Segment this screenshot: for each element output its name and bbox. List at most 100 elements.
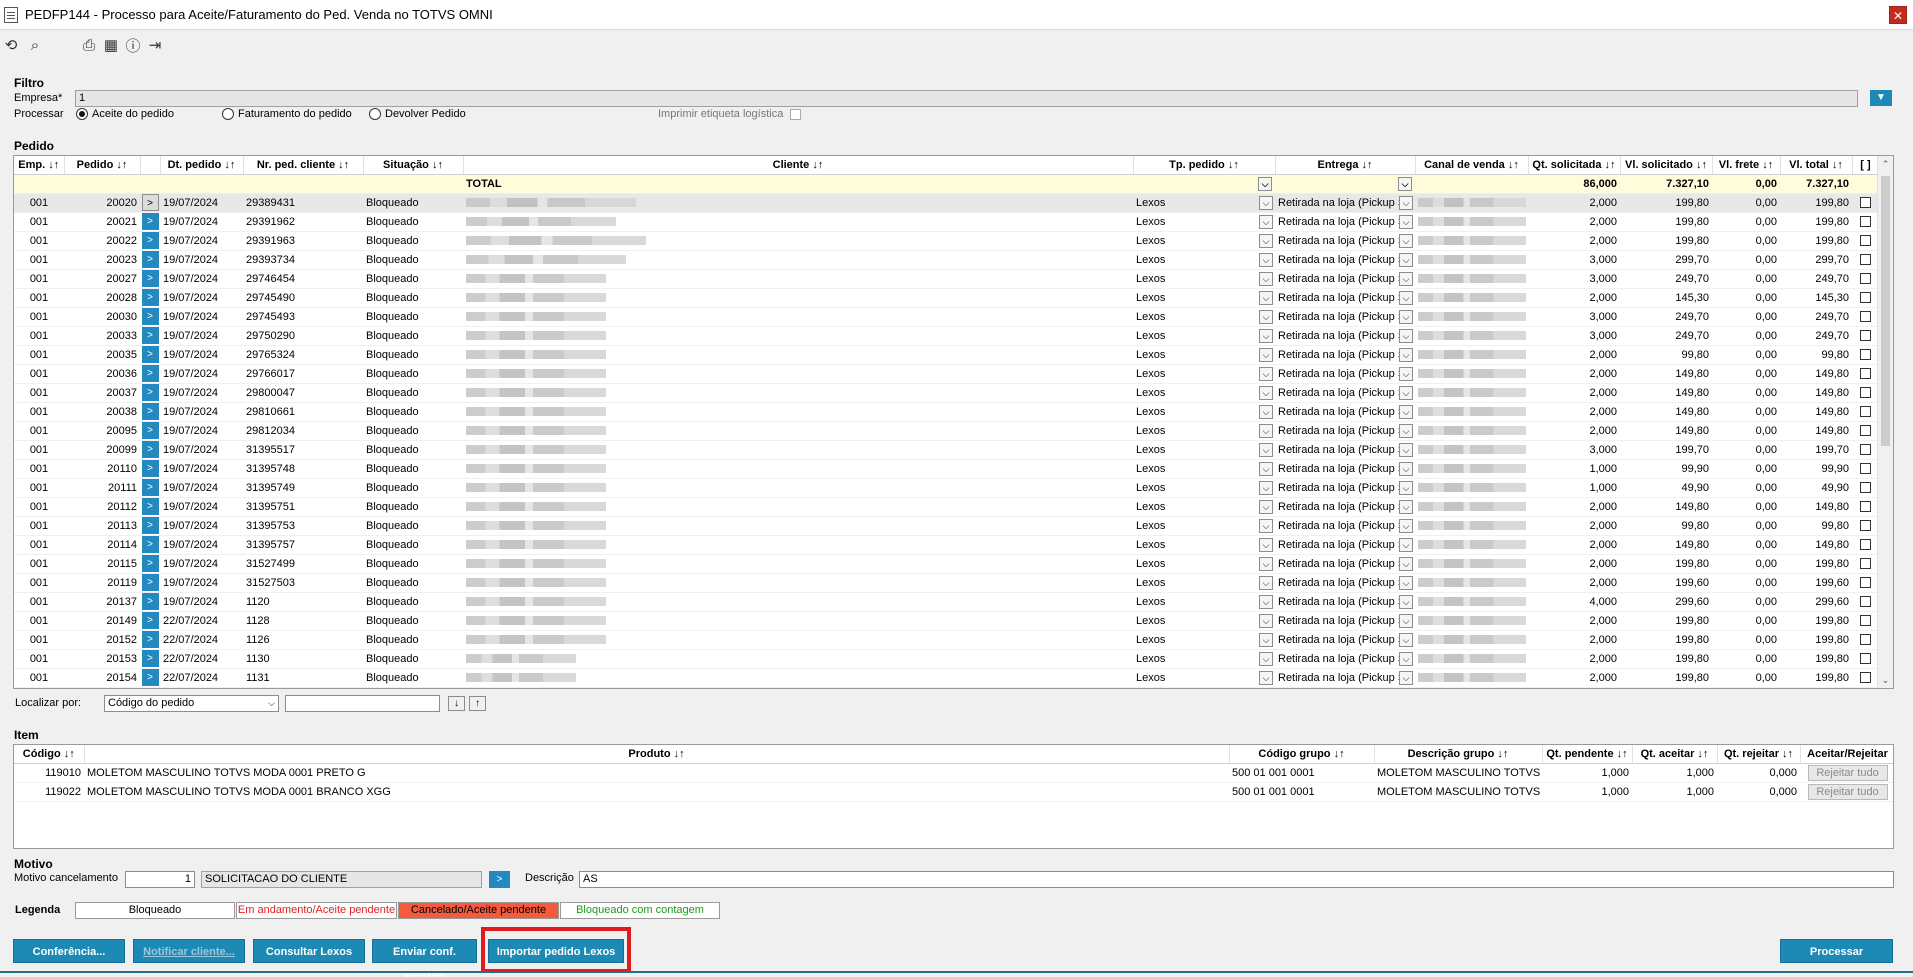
row-expand-button[interactable]: >: [141, 232, 159, 249]
pedido-row[interactable]: 001 20028 > 19/07/2024 29745490 Bloquead…: [14, 288, 1879, 308]
row-expand-button[interactable]: >: [141, 460, 159, 477]
tp-dropdown[interactable]: ⌵: [1259, 651, 1273, 666]
col-produto[interactable]: Produto ↓↑: [84, 745, 1230, 764]
pedido-row[interactable]: 001 20022 > 19/07/2024 29391963 Bloquead…: [14, 231, 1879, 251]
tp-dropdown[interactable]: ⌵: [1259, 556, 1273, 571]
tp-dropdown[interactable]: ⌵: [1259, 214, 1273, 229]
row-expand-button[interactable]: >: [141, 536, 159, 553]
row-checkbox[interactable]: [1860, 387, 1871, 399]
motivo-code-field[interactable]: 1: [125, 871, 195, 888]
scroll-up-icon[interactable]: ⌃: [1878, 156, 1893, 172]
tp-dropdown[interactable]: ⌵: [1259, 271, 1273, 286]
cell-qt-rejeitar[interactable]: 0,000: [1717, 763, 1800, 783]
row-checkbox[interactable]: [1860, 292, 1871, 304]
tp-dropdown[interactable]: ⌵: [1259, 233, 1273, 248]
radio-devolver[interactable]: Devolver Pedido: [369, 108, 466, 120]
row-checkbox[interactable]: [1860, 653, 1871, 665]
tp-dropdown[interactable]: ⌵: [1259, 461, 1273, 476]
row-expand-button[interactable]: >: [141, 517, 159, 534]
entrega-dropdown[interactable]: ⌵: [1399, 328, 1413, 343]
entrega-filter-dropdown[interactable]: ⌵: [1398, 176, 1412, 191]
row-expand-button[interactable]: >: [141, 270, 159, 287]
tp-dropdown[interactable]: ⌵: [1259, 480, 1273, 495]
entrega-dropdown[interactable]: ⌵: [1399, 518, 1413, 533]
tp-dropdown[interactable]: ⌵: [1259, 632, 1273, 647]
tp-dropdown[interactable]: ⌵: [1259, 347, 1273, 362]
row-checkbox[interactable]: [1860, 311, 1871, 323]
entrega-dropdown[interactable]: ⌵: [1399, 575, 1413, 590]
row-expand-button[interactable]: >: [141, 441, 159, 458]
tp-dropdown[interactable]: ⌵: [1259, 252, 1273, 267]
pedido-row[interactable]: 001 20119 > 19/07/2024 31527503 Bloquead…: [14, 573, 1879, 593]
col-pedido[interactable]: Pedido ↓↑: [64, 156, 141, 175]
row-checkbox[interactable]: [1860, 558, 1871, 570]
row-checkbox[interactable]: [1860, 615, 1871, 627]
pedido-row[interactable]: 001 20023 > 19/07/2024 29393734 Bloquead…: [14, 250, 1879, 270]
col-canal-venda[interactable]: Canal de venda ↓↑: [1415, 156, 1529, 175]
entrega-dropdown[interactable]: ⌵: [1399, 195, 1413, 210]
descricao-field[interactable]: AS: [579, 871, 1894, 888]
row-expand-button[interactable]: >: [141, 403, 159, 420]
entrega-dropdown[interactable]: ⌵: [1399, 271, 1413, 286]
col-vl-total[interactable]: Vl. total ↓↑: [1780, 156, 1853, 175]
radio-faturamento[interactable]: Faturamento do pedido: [222, 108, 352, 120]
filter-icon[interactable]: ▼: [1870, 90, 1892, 106]
pedido-row[interactable]: 001 20036 > 19/07/2024 29766017 Bloquead…: [14, 364, 1879, 384]
tp-dropdown[interactable]: ⌵: [1259, 366, 1273, 381]
row-expand-button[interactable]: >: [141, 327, 159, 344]
tp-dropdown[interactable]: ⌵: [1259, 385, 1273, 400]
conferencia-button[interactable]: Conferência...: [13, 939, 125, 963]
processar-button[interactable]: Processar: [1780, 939, 1893, 963]
row-checkbox[interactable]: [1860, 425, 1871, 437]
pedido-row[interactable]: 001 20110 > 19/07/2024 31395748 Bloquead…: [14, 459, 1879, 479]
row-checkbox[interactable]: [1860, 596, 1871, 608]
close-button[interactable]: ✕: [1889, 6, 1907, 24]
row-checkbox[interactable]: [1860, 482, 1871, 494]
row-expand-button[interactable]: >: [141, 289, 159, 306]
row-expand-button[interactable]: >: [141, 384, 159, 401]
entrega-dropdown[interactable]: ⌵: [1399, 537, 1413, 552]
entrega-dropdown[interactable]: ⌵: [1399, 594, 1413, 609]
tp-dropdown[interactable]: ⌵: [1259, 670, 1273, 685]
tp-dropdown[interactable]: ⌵: [1259, 195, 1273, 210]
row-checkbox[interactable]: [1860, 672, 1871, 684]
row-checkbox[interactable]: [1860, 349, 1871, 361]
pedido-row[interactable]: 001 20095 > 19/07/2024 29812034 Bloquead…: [14, 421, 1879, 441]
radio-aceite-circle[interactable]: [76, 108, 88, 120]
row-expand-button[interactable]: >: [141, 365, 159, 382]
row-checkbox[interactable]: [1860, 197, 1871, 209]
pedido-scrollbar[interactable]: ⌃ ⌄: [1877, 156, 1893, 688]
localizar-input[interactable]: [285, 695, 440, 712]
search-up-button[interactable]: ↑: [469, 696, 486, 711]
row-expand-button[interactable]: >: [141, 498, 159, 515]
entrega-dropdown[interactable]: ⌵: [1399, 461, 1413, 476]
col-tp-pedido[interactable]: Tp. pedido ↓↑: [1133, 156, 1276, 175]
entrega-dropdown[interactable]: ⌵: [1399, 214, 1413, 229]
pedido-row[interactable]: 001 20153 > 22/07/2024 1130 Bloqueado Le…: [14, 649, 1879, 669]
motivo-go-button[interactable]: >: [489, 871, 510, 888]
entrega-dropdown[interactable]: ⌵: [1399, 613, 1413, 628]
row-checkbox[interactable]: [1860, 406, 1871, 418]
row-checkbox[interactable]: [1860, 235, 1871, 247]
pedido-row[interactable]: 001 20035 > 19/07/2024 29765324 Bloquead…: [14, 345, 1879, 365]
etiqueta-checkbox[interactable]: [790, 109, 801, 120]
row-expand-button[interactable]: >: [141, 574, 159, 591]
pedido-row[interactable]: 001 20113 > 19/07/2024 31395753 Bloquead…: [14, 516, 1879, 536]
pedido-row[interactable]: 001 20152 > 22/07/2024 1126 Bloqueado Le…: [14, 630, 1879, 650]
row-checkbox[interactable]: [1860, 216, 1871, 228]
row-expand-button[interactable]: >: [141, 346, 159, 363]
col-emp[interactable]: Emp. ↓↑: [14, 156, 65, 175]
search-icon[interactable]: ⌕: [24, 34, 46, 56]
radio-faturamento-circle[interactable]: [222, 108, 234, 120]
notificar-cliente-button[interactable]: Notificar cliente...: [133, 939, 245, 963]
row-checkbox[interactable]: [1860, 444, 1871, 456]
exit-icon[interactable]: ⇥: [144, 34, 166, 56]
col-dt-pedido[interactable]: Dt. pedido ↓↑: [160, 156, 244, 175]
col-nr-ped-cliente[interactable]: Nr. ped. cliente ↓↑: [243, 156, 364, 175]
col-descricao-grupo[interactable]: Descrição grupo ↓↑: [1374, 745, 1543, 764]
pedido-row[interactable]: 001 20038 > 19/07/2024 29810661 Bloquead…: [14, 402, 1879, 422]
row-expand-button[interactable]: >: [141, 213, 159, 230]
row-checkbox[interactable]: [1860, 539, 1871, 551]
entrega-dropdown[interactable]: ⌵: [1399, 233, 1413, 248]
row-checkbox[interactable]: [1860, 273, 1871, 285]
